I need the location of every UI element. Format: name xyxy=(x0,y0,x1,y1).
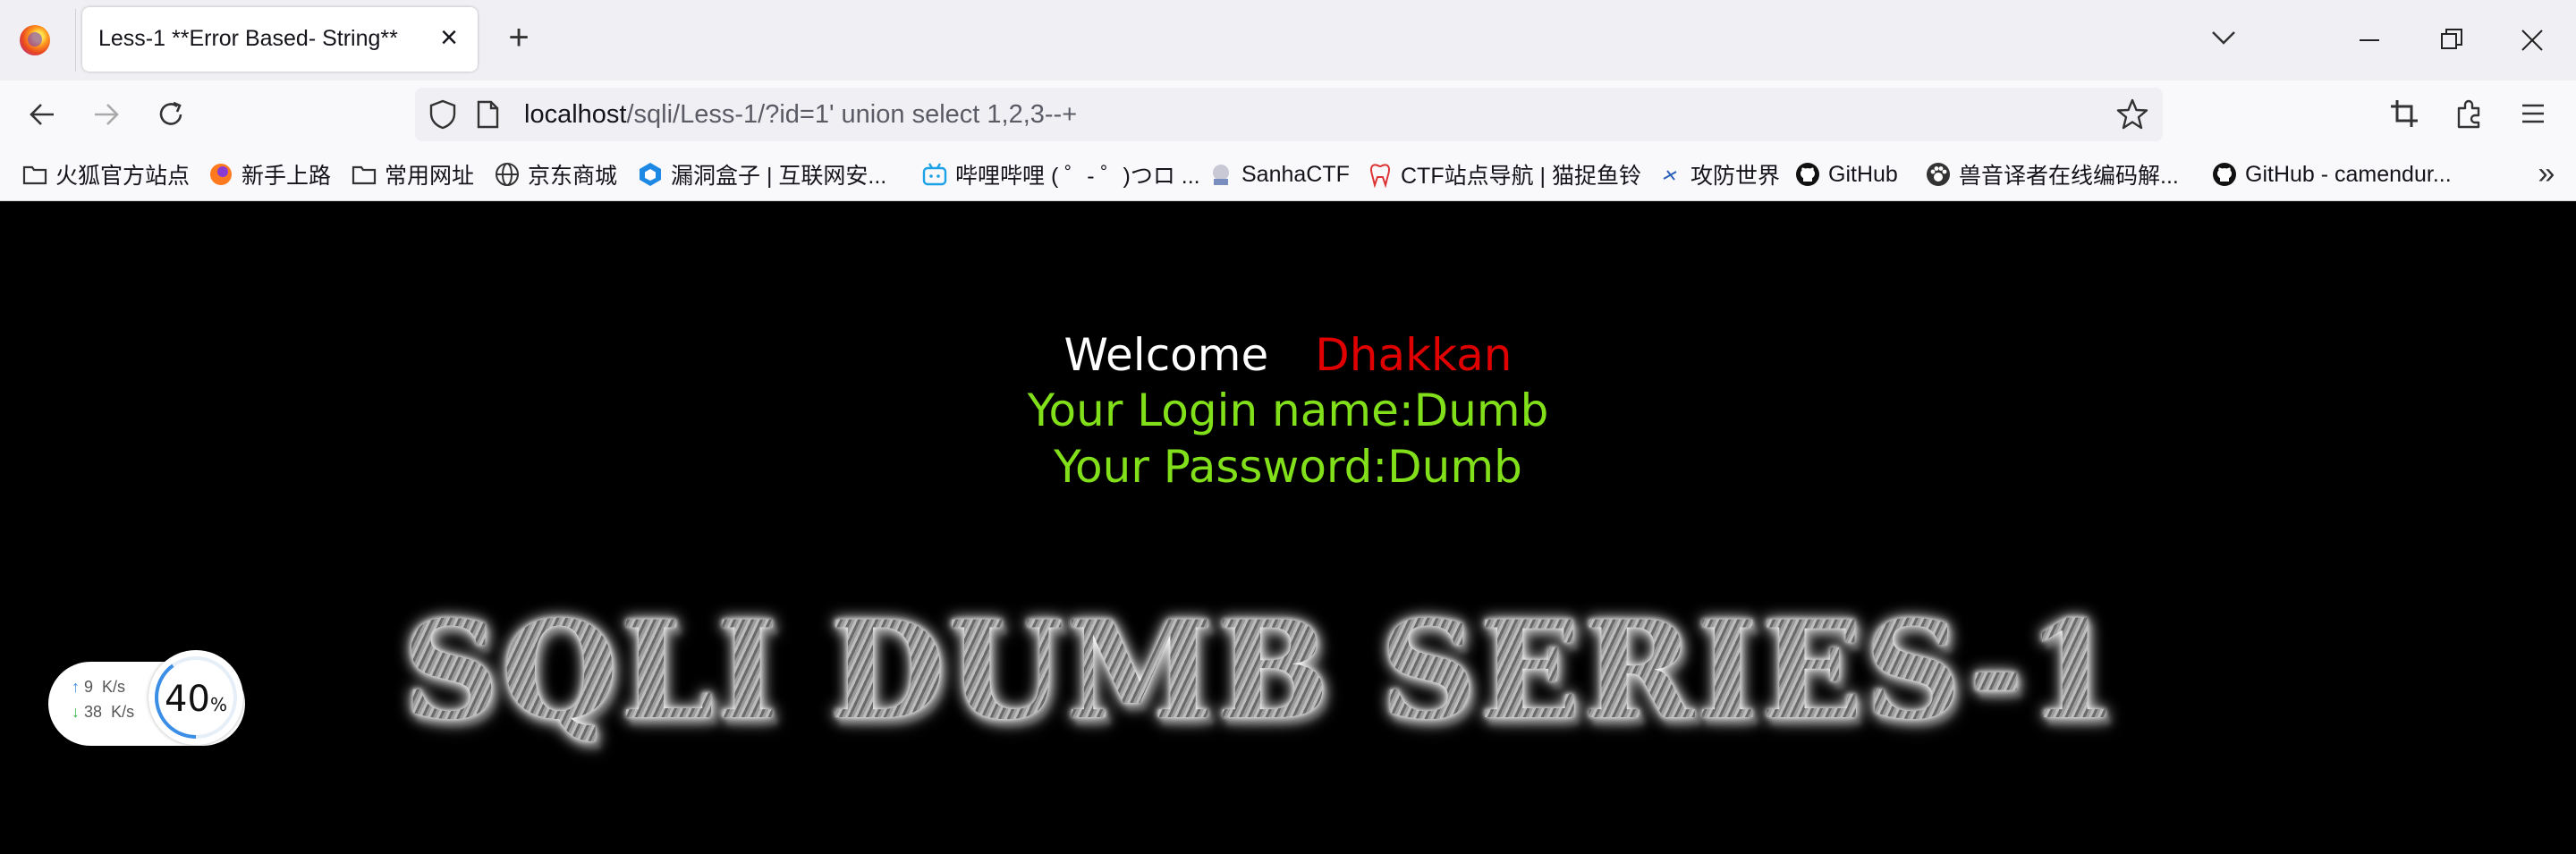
banner-text: SQLI DUMB SERIES-1 xyxy=(402,599,2182,742)
tab-separator xyxy=(75,9,76,72)
url-text[interactable]: localhost/sqli/Less-1/?id=1' union selec… xyxy=(524,100,1077,130)
download-unit: K/s xyxy=(111,703,135,721)
url-host: localhost xyxy=(524,100,627,129)
bookmark-label: GitHub xyxy=(1828,161,1898,187)
menu-hamburger-icon[interactable] xyxy=(2515,96,2551,131)
download-value: 38 xyxy=(84,703,103,721)
login-name-text: Your Login name:Dumb xyxy=(1027,385,1549,436)
navigation-toolbar: localhost/sqli/Less-1/?id=1' union selec… xyxy=(0,80,2576,148)
globe-icon xyxy=(496,163,519,186)
gauge-percent: 40% xyxy=(148,679,243,720)
new-tab-button[interactable]: + xyxy=(501,20,537,55)
back-arrow-icon[interactable] xyxy=(23,96,61,133)
upload-speed: ↑ 9 K/s xyxy=(72,678,125,697)
bookmark-item-common-urls[interactable]: 常用网址 xyxy=(351,159,474,190)
github-icon xyxy=(1796,163,1819,186)
memory-usage-gauge[interactable]: 40% xyxy=(148,650,243,745)
bookmark-label: 漏洞盒子 | 互联网安... xyxy=(671,164,887,189)
upload-value: 9 xyxy=(84,678,94,696)
forward-arrow-icon[interactable] xyxy=(88,96,125,133)
bookmark-item-github[interactable]: GitHub xyxy=(1794,159,1898,190)
firefox-icon xyxy=(210,164,232,185)
download-speed: ↓ 38 K/s xyxy=(72,703,134,722)
bookmark-label: 新手上路 xyxy=(242,164,332,189)
folder-icon xyxy=(22,165,47,185)
bookmarks-toolbar: 火狐官方站点 新手上路 常用网址 京东商城 漏洞盒子 | 互联网安... 哔哩哔… xyxy=(0,148,2576,201)
welcome-user-name: Dhakkan xyxy=(1315,329,1513,381)
url-bar[interactable]: localhost/sqli/Less-1/?id=1' union selec… xyxy=(415,88,2163,141)
upload-arrow-icon: ↑ xyxy=(72,678,80,696)
url-path: /sqli/Less-1/?id=1' union select 1,2,3--… xyxy=(626,100,1078,129)
reload-icon[interactable] xyxy=(152,96,190,133)
bookmark-label: 兽音译者在线编码解... xyxy=(1959,164,2179,189)
tab-title: Less-1 **Error Based- String** xyxy=(98,26,398,51)
bookmark-label: 攻防世界 xyxy=(1690,164,1781,189)
extensions-puzzle-icon[interactable] xyxy=(2451,96,2487,131)
bookmark-item-sanhactf[interactable]: SanhaCTF xyxy=(1208,159,1350,190)
bookmark-item-getting-started[interactable]: 新手上路 xyxy=(208,159,331,190)
welcome-line: Welcome Dhakkan xyxy=(0,329,2576,381)
sqli-banner-image: SQLI DUMB SERIES-1 xyxy=(402,599,2182,742)
page-info-icon[interactable] xyxy=(474,99,501,130)
bookmark-label: 常用网址 xyxy=(385,164,475,189)
welcome-text: Welcome xyxy=(1063,329,1269,381)
password-text: Your Password:Dumb xyxy=(1054,441,1522,493)
bookmark-item-beast-translator[interactable]: 兽音译者在线编码解... xyxy=(1925,159,2179,190)
tab-strip: Less-1 **Error Based- String** × + xyxy=(0,0,2576,80)
xctf-icon xyxy=(1663,170,1677,181)
bilibili-icon xyxy=(922,163,947,186)
sanha-icon xyxy=(1213,165,1229,185)
bookmark-item-vulbox[interactable]: 漏洞盒子 | 互联网安... xyxy=(637,159,886,190)
bookmark-item-firefox-official[interactable]: 火狐官方站点 xyxy=(21,159,190,190)
bookmark-item-github-camendur[interactable]: GitHub - camendur... xyxy=(2211,159,2452,190)
tab-close-icon[interactable]: × xyxy=(433,21,465,54)
bookmark-star-icon[interactable] xyxy=(2114,97,2150,132)
download-arrow-icon: ↓ xyxy=(72,703,80,721)
window-close-icon[interactable] xyxy=(2512,20,2553,61)
hexagon-icon xyxy=(640,163,661,186)
paw-icon xyxy=(1927,163,1950,186)
tracking-protection-shield-icon[interactable] xyxy=(428,98,458,131)
more-bookmarks-chevron-icon[interactable]: » xyxy=(2531,158,2562,190)
bookmark-label: SanhaCTF xyxy=(1241,161,1350,187)
folder-icon xyxy=(352,165,377,185)
crop-screenshot-icon[interactable] xyxy=(2386,96,2422,131)
bookmark-label: GitHub - camendur... xyxy=(2245,161,2452,187)
tooth-icon xyxy=(1369,164,1391,188)
bookmark-label: 哔哩哔哩 ( ゜- ゜)つロ ... xyxy=(955,164,1200,189)
minimize-icon[interactable] xyxy=(2349,20,2390,61)
firefox-logo-icon[interactable] xyxy=(20,25,50,55)
bookmark-label: 京东商城 xyxy=(528,164,618,189)
bookmark-label: 火狐官方站点 xyxy=(55,164,191,189)
active-tab[interactable]: Less-1 **Error Based- String** × xyxy=(82,7,478,72)
list-all-tabs-chevron-icon[interactable] xyxy=(2206,20,2241,55)
gauge-percent-sign: % xyxy=(209,694,227,715)
page-content: Welcome Dhakkan Your Login name:Dumb Your… xyxy=(0,201,2576,854)
bookmark-label: CTF站点导航 | 猫捉鱼铃 xyxy=(1401,164,1641,189)
gauge-percent-value: 40 xyxy=(165,679,210,720)
github-icon xyxy=(2213,163,2236,186)
upload-unit: K/s xyxy=(102,678,126,696)
bookmark-item-ctf-nav[interactable]: CTF站点导航 | 猫捉鱼铃 xyxy=(1367,159,1641,190)
restore-icon[interactable] xyxy=(2431,20,2472,61)
bookmark-item-xctf[interactable]: 攻防世界 xyxy=(1657,159,1780,190)
bookmark-item-bilibili[interactable]: 哔哩哔哩 ( ゜- ゜)つロ ... xyxy=(921,159,1200,190)
bookmark-item-jd[interactable]: 京东商城 xyxy=(494,159,617,190)
